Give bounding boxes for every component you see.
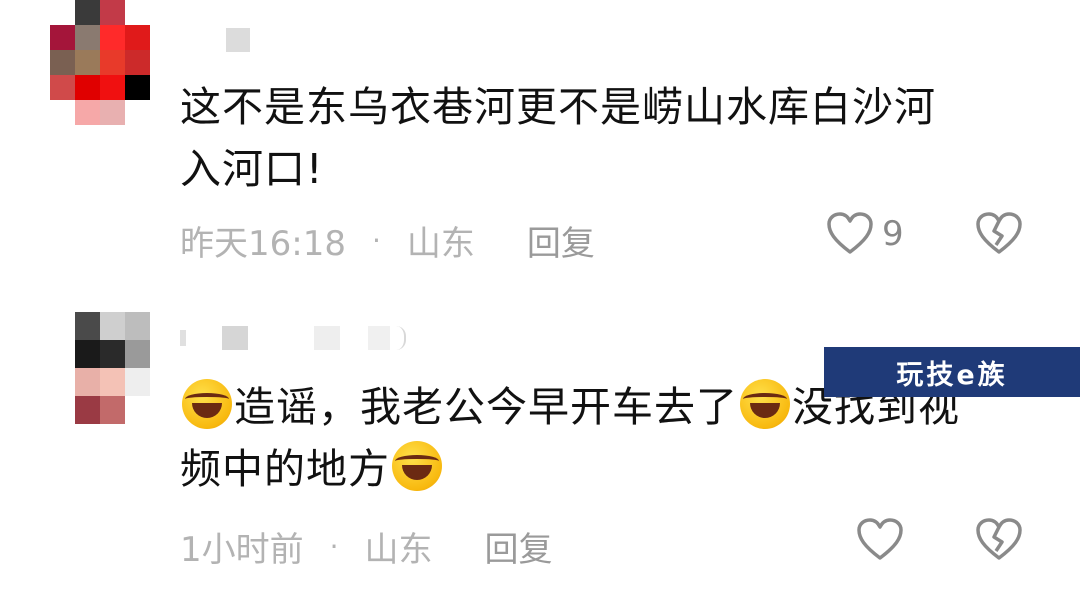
comment-region: 山东	[406, 224, 475, 264]
reply-button[interactable]: 回复	[527, 216, 595, 265]
comment-item: 造谣，我老公今早开车去了 没找到视 频中的地方 1小时前 · 山东 回复	[0, 300, 1080, 592]
reply-button[interactable]: 回复	[485, 522, 553, 571]
username-blurred[interactable]	[180, 326, 406, 350]
meta-separator: ·	[371, 224, 381, 257]
dislike-button[interactable]	[975, 212, 1023, 260]
comment-text: 这不是东乌衣巷河更不是崂山水库白沙河 入河口!	[180, 76, 1040, 200]
avatar[interactable]	[50, 0, 150, 125]
comment-meta: 1小时前 · 山东 回复	[180, 522, 553, 571]
comment-text-part1: 造谣，我老公今早开车去了	[234, 383, 738, 431]
like-button[interactable]	[856, 518, 904, 562]
comment-text-line2: 入河口!	[180, 145, 324, 193]
comment-region: 山东	[364, 530, 433, 570]
heart-outline-icon	[827, 212, 873, 254]
comment-meta: 昨天16:18 · 山东 回复	[180, 216, 595, 265]
like-button[interactable]: 9	[826, 212, 904, 256]
comment-text-line2: 频中的地方	[180, 445, 390, 493]
avatar[interactable]	[75, 312, 150, 424]
watermark-logo: 玩技e族	[824, 347, 1080, 397]
meta-separator: ·	[329, 530, 339, 563]
like-count: 9	[882, 214, 904, 254]
rofl-emoji-icon	[740, 379, 790, 429]
comment-time: 1小时前	[180, 530, 304, 570]
comment-text-line1: 这不是东乌衣巷河更不是崂山水库白沙河	[180, 83, 936, 131]
broken-heart-icon	[976, 212, 1022, 254]
comment-time: 昨天16:18	[180, 224, 346, 264]
heart-outline-icon	[857, 518, 903, 560]
comment-item: 这不是东乌衣巷河更不是崂山水库白沙河 入河口! 昨天16:18 · 山东 回复 …	[0, 0, 1080, 300]
rofl-emoji-icon	[182, 379, 232, 429]
username-blurred[interactable]	[226, 28, 250, 52]
dislike-button[interactable]	[975, 518, 1023, 566]
rofl-emoji-icon	[392, 441, 442, 491]
broken-heart-icon	[976, 518, 1022, 560]
